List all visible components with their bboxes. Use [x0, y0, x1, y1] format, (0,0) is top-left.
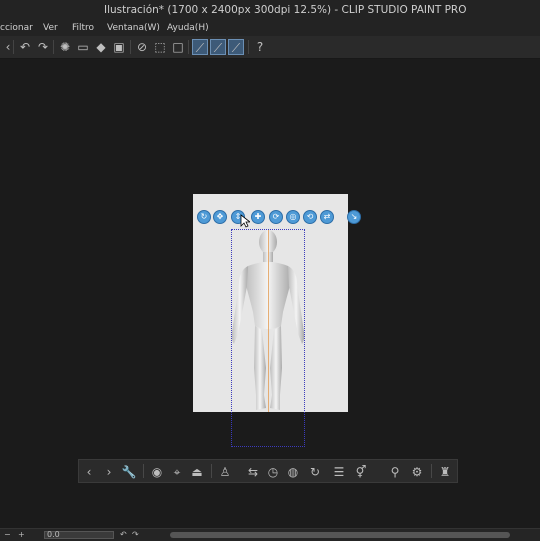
horizontal-scrollbar[interactable]: [170, 532, 510, 538]
launcher-separator: [211, 464, 212, 478]
rotate-left-icon[interactable]: ↶: [120, 529, 127, 541]
settings-icon[interactable]: 🔧: [121, 464, 137, 480]
lock-icon[interactable]: ◷: [265, 464, 281, 480]
menu-item-filter[interactable]: Filtro: [72, 20, 94, 36]
special-ruler-icon[interactable]: ⟋: [210, 39, 226, 55]
bucket-icon[interactable]: ◆: [93, 39, 109, 55]
title-bar: Ilustración* (1700 x 2400px 300dpi 12.5%…: [0, 0, 540, 20]
object-launcher: ‹ › 🔧 ◉ ⌖ ⏏ ♙ ⇆ ◷ ◍ ↻ ☰ ⚥ ⚲ ⚙ ♜: [78, 459, 458, 483]
camera-icon[interactable]: ◉: [149, 464, 165, 480]
fill-icon[interactable]: ▣: [111, 39, 127, 55]
image-icon[interactable]: ⚲: [387, 464, 403, 480]
undo-icon[interactable]: ↶: [17, 39, 33, 55]
next-icon[interactable]: ›: [101, 464, 117, 480]
object-bounding-box: [231, 229, 305, 447]
object-rotate-xy-icon[interactable]: ◎: [286, 210, 300, 224]
help-icon[interactable]: ?: [252, 39, 268, 55]
status-bar: − + 0.0 ↶ ↷: [0, 528, 540, 541]
register-icon[interactable]: ◍: [285, 464, 301, 480]
launcher-separator: [143, 464, 144, 478]
clear-icon[interactable]: ▭: [75, 39, 91, 55]
cursor-icon: [240, 214, 250, 228]
menu-item-select[interactable]: ccionar: [0, 20, 33, 36]
floor-icon[interactable]: ⏏: [189, 464, 205, 480]
toolbar-separator: [188, 40, 189, 54]
menu-bar: ccionar Ver Filtro Ventana(W) Ayuda(H): [0, 20, 540, 36]
add-icon[interactable]: ⚙: [409, 464, 425, 480]
camera-rotate-icon[interactable]: ↻: [197, 210, 211, 224]
command-bar: ‹ ↶ ↷ ✺ ▭ ◆ ▣ ⊘ ⬚ □ ⟋ ⟋ ⟋ ?: [0, 36, 540, 59]
object-rotate-z-icon[interactable]: ⟲: [303, 210, 317, 224]
redo-icon[interactable]: ↷: [35, 39, 51, 55]
scale-icon[interactable]: ↻: [307, 464, 323, 480]
pose-library-icon[interactable]: ♜: [437, 464, 453, 480]
launcher-separator: [431, 464, 432, 478]
flip-icon[interactable]: ⇆: [245, 464, 261, 480]
zoom-in-icon[interactable]: +: [18, 529, 25, 541]
invert-icon[interactable]: ⬚: [152, 39, 168, 55]
zoom-out-icon[interactable]: −: [4, 529, 11, 541]
object-pan-icon[interactable]: ✚: [251, 210, 265, 224]
object-rotate-icon[interactable]: ⟳: [269, 210, 283, 224]
toolbar-separator: [248, 40, 249, 54]
menu-item-help[interactable]: Ayuda(H): [167, 20, 209, 36]
rotate-right-icon[interactable]: ↷: [132, 529, 139, 541]
window-title: Ilustración* (1700 x 2400px 300dpi 12.5%…: [104, 4, 467, 16]
menu-item-view[interactable]: Ver: [43, 20, 58, 36]
menu-item-window[interactable]: Ventana(W): [107, 20, 160, 36]
toolbar-separator: [13, 40, 14, 54]
loading-icon[interactable]: ✺: [57, 39, 73, 55]
object-scale-icon[interactable]: ↘: [347, 210, 361, 224]
pose-icon[interactable]: ♙: [217, 464, 233, 480]
deselect-icon[interactable]: ⊘: [134, 39, 150, 55]
toolbar-separator: [130, 40, 131, 54]
object-move-icon[interactable]: ⇄: [320, 210, 334, 224]
select-all-icon[interactable]: □: [170, 39, 186, 55]
camera-pan-icon[interactable]: ✥: [213, 210, 227, 224]
fit-icon[interactable]: ⌖: [169, 464, 185, 480]
ruler-snap-icon[interactable]: ⟋: [192, 39, 208, 55]
toolbar-separator: [53, 40, 54, 54]
grid-snap-icon[interactable]: ⟋: [228, 39, 244, 55]
gender-icon[interactable]: ⚥: [353, 464, 369, 480]
zoom-value: 0.0: [47, 530, 60, 539]
body-shape-icon[interactable]: ☰: [331, 464, 347, 480]
previous-icon[interactable]: ‹: [81, 464, 97, 480]
